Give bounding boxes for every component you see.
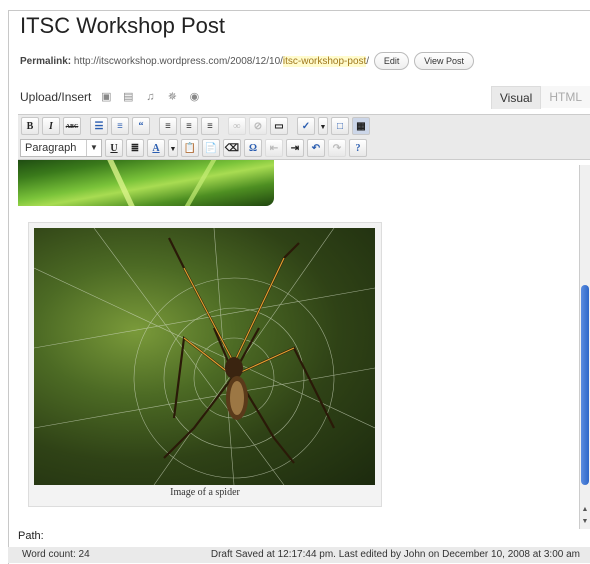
add-video-icon[interactable]: ▤ xyxy=(121,90,135,104)
italic-button[interactable]: I xyxy=(42,117,60,135)
blockquote-icon[interactable]: “ xyxy=(132,117,150,135)
post-title-input[interactable]: ITSC Workshop Post xyxy=(10,11,588,41)
permalink-slug[interactable]: itsc-workshop-post xyxy=(282,56,367,67)
strikethrough-button[interactable]: ABC xyxy=(63,117,81,135)
paste-text-icon[interactable]: 📋 xyxy=(181,139,199,157)
image-caption-box[interactable]: Image of a spider xyxy=(28,222,382,507)
remove-format-icon[interactable]: ⌫ xyxy=(223,139,241,157)
permalink-row: Permalink: http://itscworkshop.wordpress… xyxy=(20,52,474,72)
format-select[interactable]: Paragraph ▼ xyxy=(20,139,102,157)
permalink-trailing: / xyxy=(366,56,370,67)
bold-button[interactable]: B xyxy=(21,117,39,135)
bullet-list-icon[interactable]: ☰ xyxy=(90,117,108,135)
view-post-button[interactable]: View Post xyxy=(414,52,474,71)
add-image-icon[interactable]: ▣ xyxy=(99,90,113,104)
unlink-icon[interactable]: ⊘ xyxy=(249,117,267,135)
fullscreen-icon[interactable]: □ xyxy=(331,117,349,135)
editor-scrollbar[interactable]: ▲ ▼ xyxy=(579,165,590,529)
toolbar-row-1: B I ABC ☰ ≡ “ ≡ ≡ ≡ ∞ ⊘ ▭ ✓ ▼ □ ▦ xyxy=(18,114,590,137)
path-label: Path: xyxy=(18,530,44,542)
edit-permalink-button[interactable]: Edit xyxy=(373,52,410,71)
status-bar: Word count: 24 Draft Saved at 12:17:44 p… xyxy=(8,547,590,563)
underline-button[interactable]: U xyxy=(105,139,123,157)
tab-visual[interactable]: Visual xyxy=(490,86,542,109)
spellcheck-icon[interactable]: ✓ xyxy=(297,117,315,135)
format-select-value: Paragraph xyxy=(25,142,77,154)
add-audio-icon[interactable]: ♫ xyxy=(143,90,157,104)
spider-image[interactable] xyxy=(34,228,375,485)
editor-tabs: Visual HTML xyxy=(490,86,590,109)
scroll-thumb[interactable] xyxy=(581,285,589,485)
undo-icon[interactable]: ↶ xyxy=(307,139,325,157)
text-color-dropdown-icon[interactable]: ▼ xyxy=(168,139,178,157)
special-char-icon[interactable]: Ω xyxy=(244,139,262,157)
upload-insert-row: Upload/Insert ▣ ▤ ♫ ✵ ◉ xyxy=(20,88,201,106)
kitchen-sink-icon[interactable]: ▦ xyxy=(352,117,370,135)
toolbar-row-2: Paragraph ▼ U ≣ A ▼ 📋 📄 ⌫ Ω ⇤ ⇥ ↶ ↷ ? xyxy=(18,137,590,160)
editor-content[interactable]: Image of a spider xyxy=(18,160,580,530)
permalink-base: http://itscworkshop.wordpress.com/2008/1… xyxy=(73,56,283,67)
redo-icon[interactable]: ↷ xyxy=(328,139,346,157)
draft-saved-status: Draft Saved at 12:17:44 pm. Last edited … xyxy=(210,549,580,560)
indent-icon[interactable]: ⇥ xyxy=(286,139,304,157)
justify-icon[interactable]: ≣ xyxy=(126,139,144,157)
insert-more-icon[interactable]: ▭ xyxy=(270,117,288,135)
text-color-icon[interactable]: A xyxy=(147,139,165,157)
tab-html[interactable]: HTML xyxy=(541,86,590,108)
upload-insert-label: Upload/Insert xyxy=(20,90,92,104)
spider-illustration xyxy=(34,228,375,485)
scroll-up-icon[interactable]: ▲ xyxy=(580,505,590,515)
align-right-icon[interactable]: ≡ xyxy=(201,117,219,135)
help-icon[interactable]: ? xyxy=(349,139,367,157)
spellcheck-dropdown-icon[interactable]: ▼ xyxy=(318,117,328,135)
numbered-list-icon[interactable]: ≡ xyxy=(111,117,129,135)
add-media-icon[interactable]: ✵ xyxy=(165,90,179,104)
permalink-label: Permalink: xyxy=(20,56,72,67)
leaf-image[interactable] xyxy=(18,160,274,206)
outdent-icon[interactable]: ⇤ xyxy=(265,139,283,157)
word-count: Word count: 24 xyxy=(22,549,90,560)
paste-word-icon[interactable]: 📄 xyxy=(202,139,220,157)
chevron-down-icon: ▼ xyxy=(86,140,101,156)
add-poll-icon[interactable]: ◉ xyxy=(187,90,201,104)
align-left-icon[interactable]: ≡ xyxy=(159,117,177,135)
scroll-down-icon[interactable]: ▼ xyxy=(580,517,590,527)
link-icon[interactable]: ∞ xyxy=(228,117,246,135)
image-caption: Image of a spider xyxy=(170,487,240,498)
align-center-icon[interactable]: ≡ xyxy=(180,117,198,135)
